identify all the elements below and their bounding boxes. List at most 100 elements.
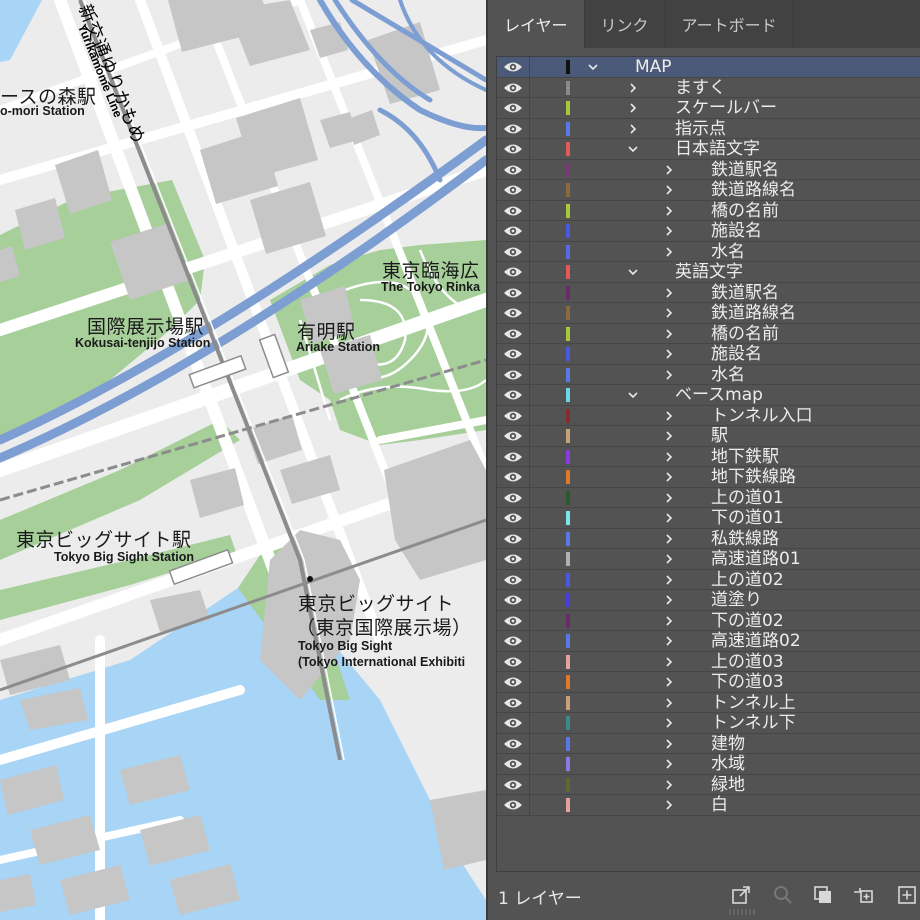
layer-row[interactable]: 道塗り <box>497 590 920 611</box>
lock-column[interactable] <box>529 77 530 98</box>
lock-column[interactable] <box>529 282 530 303</box>
visibility-eye-icon[interactable] <box>503 798 523 812</box>
layer-name[interactable]: 地下鉄駅 <box>711 447 779 467</box>
layer-row[interactable]: 日本語文字 <box>497 139 920 160</box>
layer-name[interactable]: 建物 <box>711 734 745 754</box>
lock-column[interactable] <box>529 549 530 569</box>
visibility-eye-icon[interactable] <box>503 491 523 505</box>
chevron-right-icon[interactable] <box>663 184 675 196</box>
visibility-eye-icon[interactable] <box>503 675 523 689</box>
layer-list[interactable]: MAP ますく スケールバー 指示点 日本語文字 鉄道駅名 鉄道路線名 橋の名前 施設名 水名 英語… <box>496 56 920 872</box>
layer-row[interactable]: 高速道路02 <box>497 631 920 652</box>
layer-name[interactable]: 地下鉄線路 <box>711 467 796 487</box>
layer-row[interactable]: 施設名 <box>497 221 920 242</box>
lock-column[interactable] <box>529 569 530 590</box>
lock-column[interactable] <box>529 385 530 405</box>
visibility-eye-icon[interactable] <box>503 614 523 628</box>
layer-row[interactable]: 鉄道駅名 <box>497 159 920 180</box>
layer-row[interactable]: 地下鉄駅 <box>497 446 920 467</box>
lock-column[interactable] <box>529 159 530 180</box>
layer-name[interactable]: 高速道路01 <box>711 549 801 569</box>
chevron-right-icon[interactable] <box>663 594 675 606</box>
chevron-right-icon[interactable] <box>663 246 675 258</box>
chevron-right-icon[interactable] <box>663 656 675 668</box>
panel-resize-grip-icon[interactable] <box>728 908 758 916</box>
tab-artboards[interactable]: アートボード <box>666 0 794 48</box>
layer-name[interactable]: 施設名 <box>711 221 762 241</box>
layer-name[interactable]: 上の道01 <box>711 488 784 508</box>
create-new-layer-icon[interactable] <box>896 884 918 906</box>
lock-column[interactable] <box>529 508 530 528</box>
visibility-eye-icon[interactable] <box>503 409 523 423</box>
visibility-eye-icon[interactable] <box>503 450 523 464</box>
lock-column[interactable] <box>529 323 530 344</box>
visibility-eye-icon[interactable] <box>503 634 523 648</box>
visibility-eye-icon[interactable] <box>503 696 523 710</box>
layer-name[interactable]: 水名 <box>711 242 745 262</box>
chevron-right-icon[interactable] <box>663 615 675 627</box>
lock-column[interactable] <box>529 446 530 467</box>
layer-row[interactable]: 英語文字 <box>497 262 920 283</box>
tab-links[interactable]: リンク <box>585 0 666 48</box>
chevron-right-icon[interactable] <box>663 205 675 217</box>
visibility-eye-icon[interactable] <box>503 511 523 525</box>
chevron-right-icon[interactable] <box>627 82 639 94</box>
chevron-right-icon[interactable] <box>663 635 675 647</box>
chevron-right-icon[interactable] <box>663 471 675 483</box>
layer-row[interactable]: 上の道02 <box>497 569 920 590</box>
layer-name[interactable]: 下の道03 <box>711 672 784 692</box>
visibility-eye-icon[interactable] <box>503 429 523 443</box>
visibility-eye-icon[interactable] <box>503 347 523 361</box>
layer-name[interactable]: 上の道03 <box>711 652 784 672</box>
layer-row[interactable]: MAP <box>497 57 920 78</box>
layer-row[interactable]: 緑地 <box>497 774 920 795</box>
layer-name[interactable]: 施設名 <box>711 344 762 364</box>
layer-name[interactable]: 鉄道駅名 <box>711 283 779 303</box>
chevron-right-icon[interactable] <box>663 553 675 565</box>
visibility-eye-icon[interactable] <box>503 737 523 751</box>
chevron-right-icon[interactable] <box>663 225 675 237</box>
layer-name[interactable]: 鉄道路線名 <box>711 180 796 200</box>
visibility-eye-icon[interactable] <box>503 142 523 156</box>
visibility-eye-icon[interactable] <box>503 101 523 115</box>
visibility-eye-icon[interactable] <box>503 655 523 669</box>
visibility-eye-icon[interactable] <box>503 593 523 607</box>
lock-column[interactable] <box>529 139 530 159</box>
layer-name[interactable]: 駅 <box>711 426 728 446</box>
lock-column[interactable] <box>529 364 530 385</box>
layer-row[interactable]: 下の道03 <box>497 672 920 693</box>
lock-column[interactable] <box>529 118 530 139</box>
layer-row[interactable]: 白 <box>497 795 920 816</box>
chevron-right-icon[interactable] <box>663 758 675 770</box>
layer-name[interactable]: トンネル上 <box>711 693 796 713</box>
layer-name[interactable]: 日本語文字 <box>675 139 760 159</box>
chevron-right-icon[interactable] <box>663 697 675 709</box>
chevron-right-icon[interactable] <box>663 799 675 811</box>
visibility-eye-icon[interactable] <box>503 224 523 238</box>
layer-row[interactable]: 駅 <box>497 426 920 447</box>
visibility-eye-icon[interactable] <box>503 204 523 218</box>
lock-column[interactable] <box>529 262 530 282</box>
layer-row[interactable]: 高速道路01 <box>497 549 920 570</box>
layer-row[interactable]: トンネル下 <box>497 713 920 734</box>
lock-column[interactable] <box>529 651 530 672</box>
visibility-eye-icon[interactable] <box>503 716 523 730</box>
chevron-right-icon[interactable] <box>663 676 675 688</box>
chevron-right-icon[interactable] <box>663 410 675 422</box>
visibility-eye-icon[interactable] <box>503 532 523 546</box>
lock-column[interactable] <box>529 774 530 795</box>
layer-name[interactable]: 高速道路02 <box>711 631 801 651</box>
lock-column[interactable] <box>529 733 530 754</box>
visibility-eye-icon[interactable] <box>503 245 523 259</box>
locate-object-icon[interactable] <box>772 884 794 906</box>
chevron-down-icon[interactable] <box>627 143 639 155</box>
lock-column[interactable] <box>529 795 530 815</box>
layer-row[interactable]: 上の道01 <box>497 487 920 508</box>
chevron-right-icon[interactable] <box>663 348 675 360</box>
layer-row[interactable]: 施設名 <box>497 344 920 365</box>
layer-name[interactable]: 英語文字 <box>675 262 743 282</box>
lock-column[interactable] <box>529 221 530 241</box>
lock-column[interactable] <box>529 528 530 549</box>
layer-name[interactable]: トンネル下 <box>711 713 796 733</box>
layer-row[interactable]: 私鉄線路 <box>497 528 920 549</box>
